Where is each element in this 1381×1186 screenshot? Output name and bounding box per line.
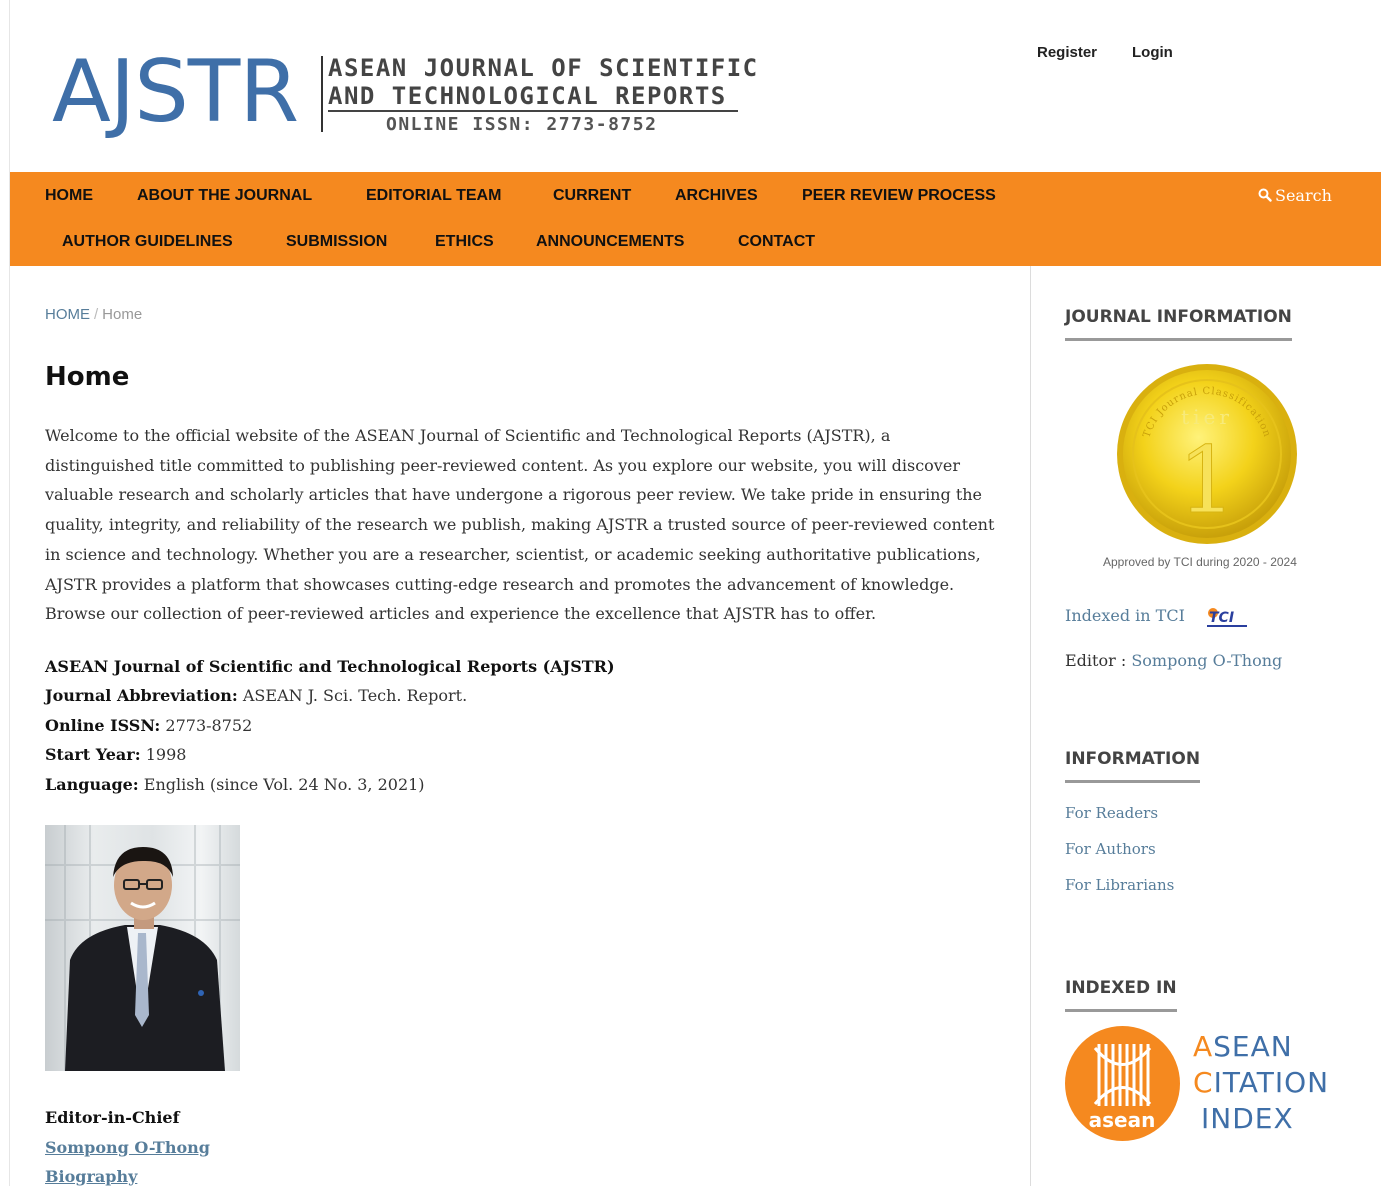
for-readers-link[interactable]: For Readers (1065, 804, 1158, 822)
journal-full-name: ASEAN Journal of Scientific and Technolo… (45, 657, 615, 676)
search-link[interactable]: Search (1258, 186, 1332, 205)
site-header: AJSTR ASEAN JOURNAL OF SCIENTIFIC AND TE… (10, 0, 1381, 172)
medal-tier-text: tier (1181, 405, 1233, 429)
login-link[interactable]: Login (1132, 44, 1173, 61)
logo-issn: ONLINE ISSN: 2773-8752 (386, 114, 658, 135)
editor-photo (45, 825, 240, 1071)
nav-submission[interactable]: SUBMISSION (286, 233, 387, 251)
abbrev-label: Journal Abbreviation: (45, 686, 238, 706)
logo-title-line1: ASEAN JOURNAL OF SCIENTIFIC (328, 54, 759, 82)
nav-current[interactable]: CURRENT (553, 187, 631, 205)
language-label: Language: (45, 774, 139, 794)
aci-line3: INDEX (1201, 1102, 1294, 1135)
issn-label: Online ISSN: (45, 715, 161, 735)
tci-logo-icon[interactable]: TCI (1205, 605, 1251, 629)
site-logo[interactable]: AJSTR ASEAN JOURNAL OF SCIENTIFIC AND TE… (52, 44, 772, 144)
for-authors-link[interactable]: For Authors (1065, 840, 1156, 858)
sidebar-editor-name-link[interactable]: Sompong O-Thong (1131, 651, 1282, 670)
language-value: English (since Vol. 24 No. 3, 2021) (138, 774, 425, 794)
logo-title-line2: AND TECHNOLOGICAL REPORTS (328, 82, 727, 110)
content-sidebar-divider (1030, 266, 1031, 1186)
breadcrumb-separator: / (94, 306, 99, 323)
tci-logo-text: TCI (1209, 610, 1234, 626)
page: AJSTR ASEAN JOURNAL OF SCIENTIFIC AND TE… (9, 0, 1381, 1186)
nav-peer-review[interactable]: PEER REVIEW PROCESS (802, 187, 996, 205)
sidebar-editor-label: Editor : (1065, 651, 1132, 670)
nav-home[interactable]: HOME (45, 187, 93, 205)
register-link[interactable]: Register (1037, 44, 1097, 61)
information-heading: INFORMATION (1065, 749, 1201, 783)
medal-caption: Approved by TCI during 2020 - 2024 (1103, 555, 1297, 569)
journal-facts: ASEAN Journal of Scientific and Technolo… (45, 652, 615, 799)
intro-paragraph: Welcome to the official website of the A… (45, 426, 995, 624)
sidebar-editor: Editor : Sompong O-Thong (1065, 651, 1282, 670)
for-librarians-link[interactable]: For Librarians (1065, 876, 1174, 894)
breadcrumb-current: Home (102, 306, 143, 323)
issn-value: 2773-8752 (160, 715, 253, 735)
nav-author-guidelines[interactable]: AUTHOR GUIDELINES (62, 233, 233, 251)
indexed-in-tci-link[interactable]: Indexed in TCI (1065, 606, 1185, 625)
logo-rule (328, 110, 738, 112)
editor-in-chief-name-link[interactable]: Sompong O-Thong (45, 1138, 210, 1157)
main-nav: HOME ABOUT THE JOURNAL EDITORIAL TEAM CU… (10, 172, 1381, 266)
start-year-value: 1998 (140, 745, 187, 765)
tci-tier1-medal-icon: TCI Journal Classification tier 1 (1117, 364, 1297, 544)
nav-editorial-team[interactable]: EDITORIAL TEAM (366, 187, 501, 205)
logo-acronym: AJSTR (52, 42, 299, 142)
nav-contact[interactable]: CONTACT (738, 233, 815, 251)
aci-line1: ASEAN (1193, 1030, 1293, 1063)
asean-emblem-icon: asean (1065, 1026, 1180, 1141)
nav-archives[interactable]: ARCHIVES (675, 187, 758, 205)
search-label: Search (1275, 186, 1332, 205)
nav-announcements[interactable]: ANNOUNCEMENTS (536, 233, 684, 251)
nav-ethics[interactable]: ETHICS (435, 233, 494, 251)
breadcrumb: HOME / Home (45, 306, 142, 323)
logo-divider (321, 56, 323, 132)
asean-emblem-text: asean (1089, 1108, 1156, 1132)
journal-information-heading: JOURNAL INFORMATION (1065, 307, 1292, 341)
medal-number-text: 1 (1178, 427, 1237, 534)
indexed-in-heading: INDEXED IN (1065, 978, 1177, 1012)
start-year-label: Start Year: (45, 745, 141, 765)
nav-about[interactable]: ABOUT THE JOURNAL (137, 187, 312, 205)
abbrev-value: ASEAN J. Sci. Tech. Report. (237, 686, 468, 706)
aci-line2: CITATION (1193, 1066, 1330, 1099)
biography-link[interactable]: Biography (45, 1167, 137, 1186)
breadcrumb-home[interactable]: HOME (45, 306, 90, 323)
asean-citation-index-logo[interactable]: asean ASEAN CITATION INDEX (1065, 1026, 1365, 1146)
search-icon (1258, 188, 1272, 202)
page-title: Home (45, 362, 130, 392)
editor-in-chief-label: Editor-in-Chief (45, 1108, 180, 1127)
